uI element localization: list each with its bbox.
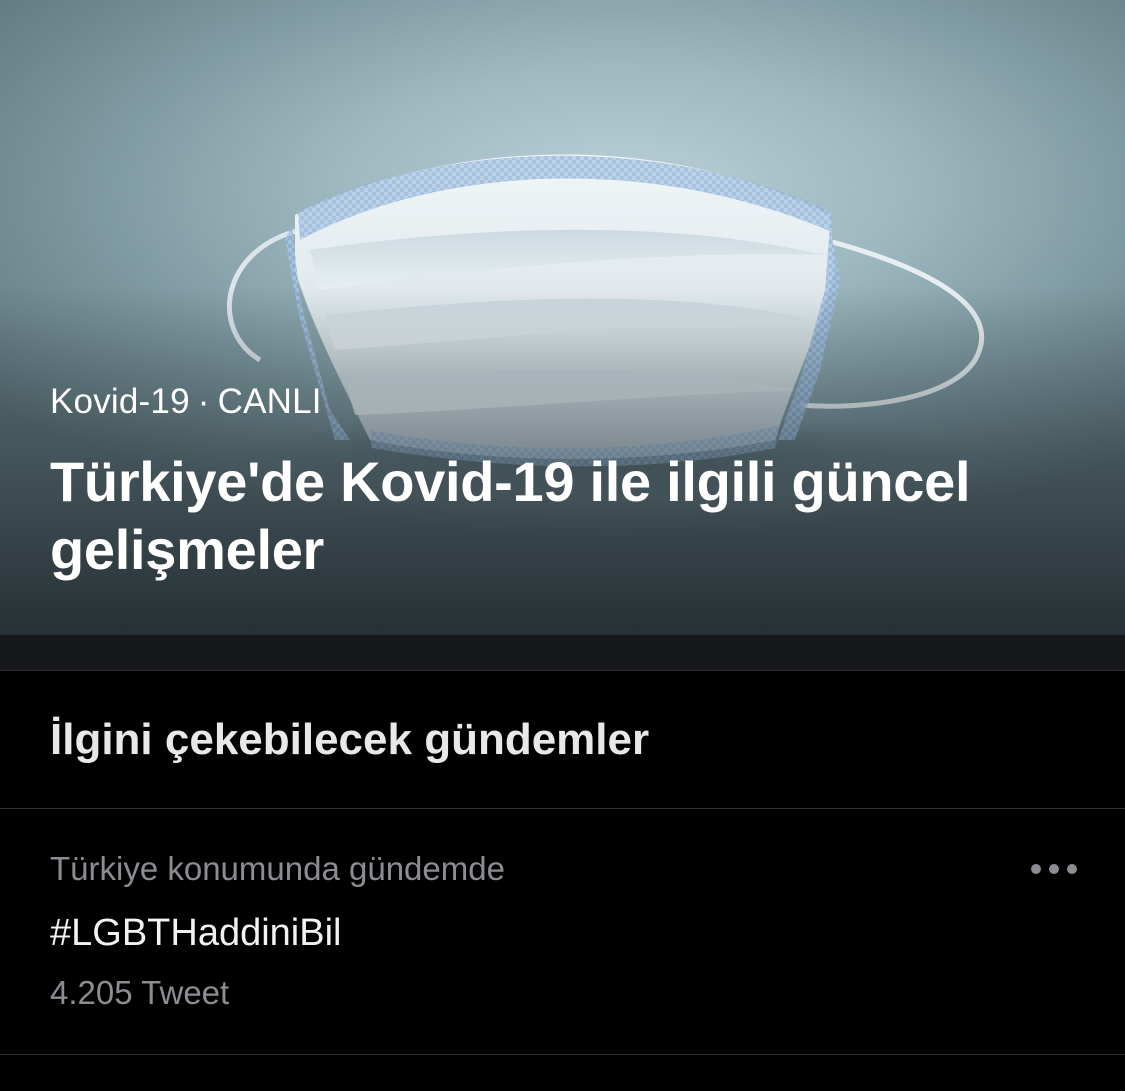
event-meta: Kovid-19 · CANLI [50, 382, 322, 422]
meta-separator: · [197, 382, 210, 421]
trend-tweet-count: 4.205 Tweet [50, 974, 230, 1011]
trends-section-header: İlgini çekebilecek gündemler [0, 671, 1125, 809]
featured-event-card[interactable]: Kovid-19 · CANLI Türkiye'de Kovid-19 ile i… [0, 0, 1125, 635]
section-title: İlgini çekebilecek gündemler [50, 715, 650, 764]
trend-item[interactable]: Türkiye konumunda gündemde #LGBTHaddiniB… [0, 810, 1125, 1055]
more-horizontal-icon[interactable] [1031, 856, 1077, 882]
live-status: CANLI [217, 382, 322, 421]
more-dot [1067, 864, 1077, 874]
trend-hashtag: #LGBTHaddiniBil [50, 912, 342, 954]
explore-page: Kovid-19 · CANLI Türkiye'de Kovid-19 ile i… [0, 0, 1125, 1091]
section-divider [0, 635, 1125, 671]
more-dot [1031, 864, 1041, 874]
event-topic: Kovid-19 [50, 382, 190, 421]
trend-context: Türkiye konumunda gündemde [50, 850, 505, 887]
more-dot [1049, 864, 1059, 874]
event-title: Türkiye'de Kovid-19 ile ilgili güncel ge… [50, 450, 971, 581]
